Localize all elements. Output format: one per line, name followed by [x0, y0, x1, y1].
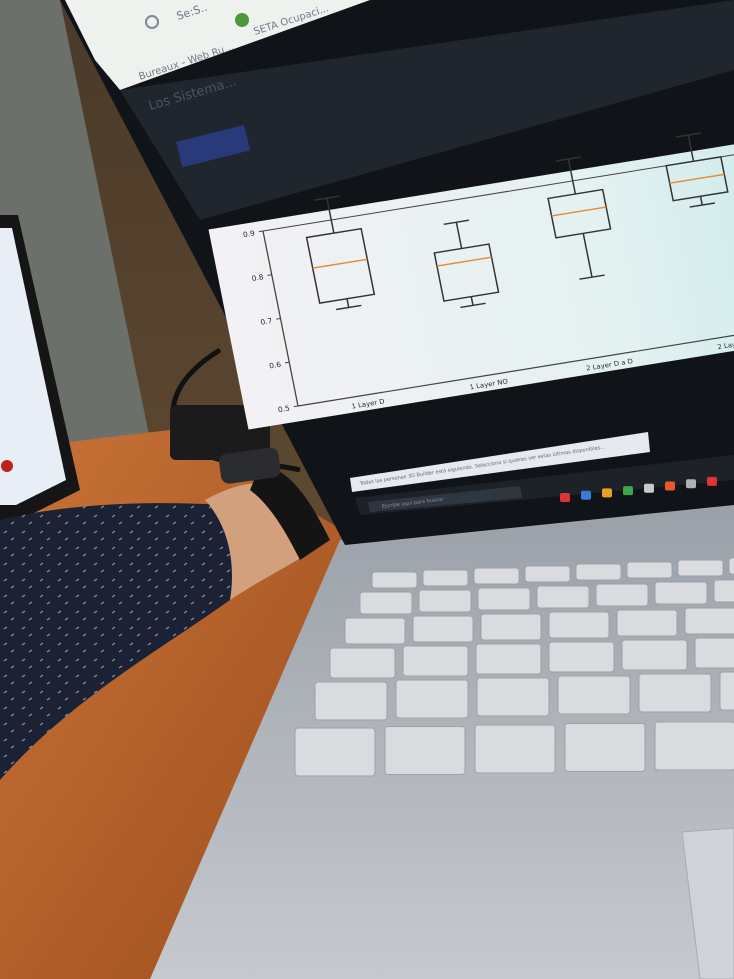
keyboard-key[interactable]	[728, 557, 734, 575]
keyboard-key[interactable]	[524, 565, 571, 583]
keyboard-key[interactable]	[564, 723, 646, 772]
keyboard-key[interactable]	[677, 559, 724, 577]
y-tick	[293, 405, 299, 408]
taskbar-app-icon[interactable]	[686, 479, 696, 489]
keyboard-key[interactable]	[475, 643, 542, 675]
keyboard-key[interactable]	[418, 589, 472, 613]
keyboard-key[interactable]	[473, 567, 520, 585]
keyboard-key[interactable]	[713, 579, 734, 603]
keyboard-key[interactable]	[474, 724, 556, 774]
keyboard-key[interactable]	[294, 727, 376, 777]
taskbar-app-icon[interactable]	[707, 476, 717, 486]
keyboard-key[interactable]	[621, 639, 688, 671]
keyboard-key[interactable]	[638, 673, 712, 713]
keyboard-key[interactable]	[694, 637, 734, 669]
y-tick	[258, 230, 264, 233]
taskbar-app-icon[interactable]	[644, 483, 654, 493]
keyboard-key[interactable]	[402, 645, 469, 677]
taskbar-app-icon[interactable]	[623, 486, 633, 496]
taskbar-app-icon[interactable]	[602, 488, 612, 498]
keyboard-key[interactable]	[616, 609, 678, 637]
keyboard-key[interactable]	[422, 569, 469, 587]
keyboard-key[interactable]	[684, 607, 734, 635]
y-tick-label: 0.5	[277, 404, 290, 415]
keyboard-key[interactable]	[595, 583, 649, 607]
keyboard-key[interactable]	[384, 726, 466, 775]
keyboard-key[interactable]	[626, 561, 673, 579]
y-tick	[284, 361, 290, 364]
keyboard-key[interactable]	[719, 671, 734, 711]
photo-scene: Se:S.. SETA Ocupaci... Bureaux - Web Ru.…	[0, 0, 734, 979]
keyboard-key[interactable]	[654, 581, 708, 605]
keyboard-key[interactable]	[371, 571, 418, 589]
phone-end-call-icon	[1, 460, 13, 472]
keyboard-key[interactable]	[314, 681, 388, 721]
taskbar-app-icon[interactable]	[581, 490, 591, 500]
keyboard-key[interactable]	[359, 591, 413, 615]
y-tick	[267, 274, 272, 276]
keyboard-key[interactable]	[480, 613, 542, 641]
keyboard-key[interactable]	[412, 615, 474, 643]
keyboard-key[interactable]	[548, 641, 615, 673]
keyboard-key[interactable]	[548, 611, 610, 639]
keyboard-key[interactable]	[395, 679, 469, 719]
taskbar-app-icon[interactable]	[560, 493, 570, 502]
browser-favicon-icon	[235, 13, 249, 27]
keyboard-key[interactable]	[477, 587, 531, 611]
keyboard-key[interactable]	[476, 677, 550, 717]
keyboard-key[interactable]	[654, 721, 734, 771]
taskbar-app-icon[interactable]	[665, 481, 675, 491]
keyboard-key[interactable]	[575, 563, 622, 581]
keyboard-key[interactable]	[557, 675, 631, 715]
keyboard-key[interactable]	[536, 585, 590, 609]
keyboard-key[interactable]	[329, 647, 396, 679]
y-tick	[276, 317, 281, 320]
keyboard-key[interactable]	[344, 617, 406, 645]
